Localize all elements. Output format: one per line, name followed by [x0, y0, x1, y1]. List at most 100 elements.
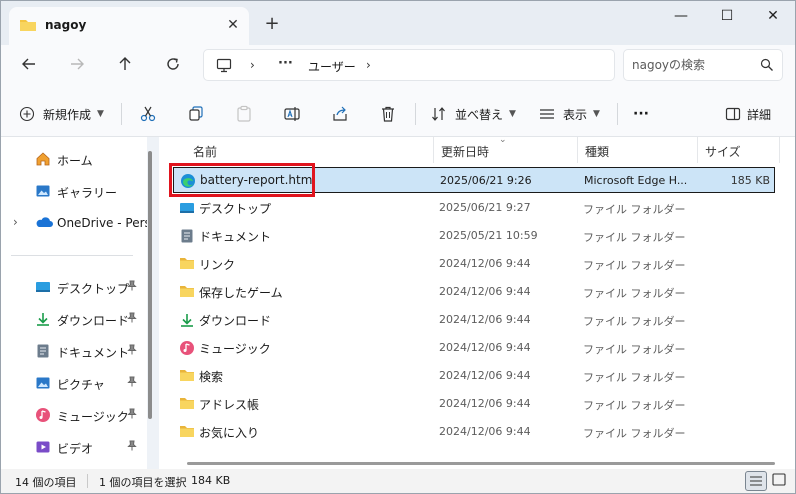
file-type: ファイル フォルダー — [583, 259, 686, 272]
column-divider[interactable] — [779, 137, 780, 163]
file-date: 2024/12/06 9:44 — [439, 369, 531, 382]
sidebar-item-onedrive[interactable]: › OneDrive - Perso — [1, 209, 147, 237]
rename-button[interactable] — [283, 101, 301, 127]
sidebar-item-downloads[interactable]: ダウンロード — [1, 305, 147, 333]
share-button[interactable] — [331, 101, 349, 127]
close-tab-icon[interactable]: ✕ — [223, 15, 243, 35]
file-date: 2025/06/21 9:26 — [440, 174, 532, 187]
column-divider[interactable] — [697, 137, 698, 163]
maximize-button[interactable]: ☐ — [705, 3, 749, 31]
search-box[interactable] — [623, 49, 783, 81]
view-label: 表示 — [563, 107, 588, 122]
up-button[interactable] — [111, 53, 139, 81]
tab-nagoy[interactable]: nagoy ✕ — [9, 7, 249, 45]
column-header-name[interactable]: 名前 — [193, 137, 217, 163]
details-view-button[interactable] — [745, 471, 767, 491]
arrow-up-icon — [119, 57, 131, 70]
search-input[interactable] — [632, 56, 752, 74]
refresh-button[interactable] — [159, 53, 187, 81]
pin-icon[interactable] — [127, 408, 137, 422]
command-bar: 新規作成 ▼ 並べ替え ▼ 表示 ▼ ··· 詳細 — [1, 89, 795, 137]
column-header-date[interactable]: 更新日時 — [441, 137, 489, 163]
cut-button[interactable] — [139, 101, 157, 127]
table-row[interactable]: デスクトップ 2025/06/21 9:27 ファイル フォルダー — [173, 195, 775, 221]
sidebar-item-label: OneDrive - Perso — [57, 216, 147, 230]
sidebar-item-desktop[interactable]: デスクトップ — [1, 273, 147, 301]
table-row[interactable]: ミュージック 2024/12/06 9:44 ファイル フォルダー — [173, 335, 775, 361]
column-divider[interactable] — [577, 137, 578, 163]
sidebar-item-music[interactable]: ミュージック — [1, 401, 147, 429]
file-name: お気に入り — [199, 426, 260, 440]
share-icon — [333, 106, 347, 121]
forward-button[interactable] — [63, 53, 91, 81]
sidebar-item-gallery[interactable]: ギャラリー — [1, 177, 147, 205]
file-date: 2024/12/06 9:44 — [439, 257, 531, 270]
chevron-right-icon[interactable]: › — [13, 215, 18, 229]
sort-button[interactable]: 並べ替え ▼ — [431, 101, 516, 127]
breadcrumb-separator[interactable]: › — [366, 58, 371, 72]
sidebar-scrollbar[interactable] — [148, 151, 152, 419]
toolbar-divider — [415, 103, 416, 125]
breadcrumb-separator[interactable]: › — [250, 58, 255, 72]
new-button[interactable]: 新規作成 ▼ — [19, 101, 104, 127]
chevron-down-icon: ▼ — [97, 109, 104, 119]
details-label: 詳細 — [747, 107, 772, 122]
back-button[interactable] — [15, 53, 43, 81]
more-options-button[interactable]: ··· — [633, 101, 649, 127]
highlight-annotation — [169, 163, 315, 197]
pin-icon[interactable] — [127, 440, 137, 454]
trash-icon — [382, 106, 394, 122]
pin-icon[interactable] — [127, 312, 137, 326]
file-name: デスクトップ — [199, 202, 272, 216]
paste-button[interactable] — [235, 101, 253, 127]
minimize-button[interactable]: — — [659, 3, 703, 31]
view-button[interactable]: 表示 ▼ — [539, 101, 600, 127]
sidebar-item-pictures[interactable]: ピクチャ — [1, 369, 147, 397]
table-row[interactable]: リンク 2024/12/06 9:44 ファイル フォルダー — [173, 251, 775, 277]
download-folder-icon — [179, 312, 195, 331]
clipboard-icon — [237, 105, 251, 122]
table-row[interactable]: アドレス帳 2024/12/06 9:44 ファイル フォルダー — [173, 391, 775, 417]
document-folder-icon — [179, 228, 195, 247]
table-row[interactable]: お気に入り 2024/12/06 9:44 ファイル フォルダー — [173, 419, 775, 445]
table-row[interactable]: 保存したゲーム 2024/12/06 9:44 ファイル フォルダー — [173, 279, 775, 305]
breadcrumb-more[interactable]: ··· — [278, 56, 293, 71]
horizontal-scrollbar[interactable] — [187, 462, 775, 465]
breadcrumb-user[interactable]: ユーザー — [308, 58, 356, 75]
close-window-button[interactable]: ✕ — [751, 3, 795, 31]
address-bar[interactable]: › ··· ユーザー › — [203, 49, 615, 81]
tiles-view-button[interactable] — [769, 471, 791, 491]
sidebar-item-videos[interactable]: ビデオ — [1, 433, 147, 461]
column-header-size[interactable]: サイズ — [705, 137, 741, 163]
details-button[interactable]: 詳細 — [725, 101, 771, 127]
sidebar-item-documents[interactable]: ドキュメント — [1, 337, 147, 365]
pin-icon[interactable] — [127, 280, 137, 294]
arrow-right-icon — [71, 58, 84, 70]
table-row[interactable]: ドキュメント 2025/05/21 10:59 ファイル フォルダー — [173, 223, 775, 249]
column-divider[interactable] — [433, 137, 434, 163]
copy-button[interactable] — [187, 101, 205, 127]
arrow-left-icon — [22, 58, 35, 70]
search-icon[interactable] — [760, 58, 774, 75]
table-row[interactable]: 検索 2024/12/06 9:44 ファイル フォルダー — [173, 363, 775, 389]
plus-circle-icon — [19, 106, 35, 122]
table-row[interactable]: ダウンロード 2024/12/06 9:44 ファイル フォルダー — [173, 307, 775, 333]
pin-icon[interactable] — [127, 376, 137, 390]
column-header-type[interactable]: 種類 — [585, 137, 609, 163]
chevron-down-icon: ▼ — [509, 109, 516, 119]
sidebar-item-label: ギャラリー — [57, 186, 118, 200]
pin-icon[interactable] — [127, 344, 137, 358]
sidebar-item-label: デスクトップ — [57, 282, 130, 296]
file-type: ファイル フォルダー — [583, 315, 686, 328]
file-type: ファイル フォルダー — [583, 399, 686, 412]
delete-button[interactable] — [379, 101, 397, 127]
file-name: アドレス帳 — [199, 398, 260, 412]
folder-icon — [19, 17, 37, 36]
document-icon — [35, 343, 51, 362]
navigation-pane: ホーム ギャラリー › OneDrive - Perso デスクトップ — [1, 137, 147, 469]
file-name: ドキュメント — [199, 230, 272, 244]
folder-icon — [179, 396, 195, 413]
gallery-icon — [35, 183, 51, 202]
sidebar-item-home[interactable]: ホーム — [1, 145, 147, 173]
new-tab-button[interactable]: + — [261, 14, 283, 36]
